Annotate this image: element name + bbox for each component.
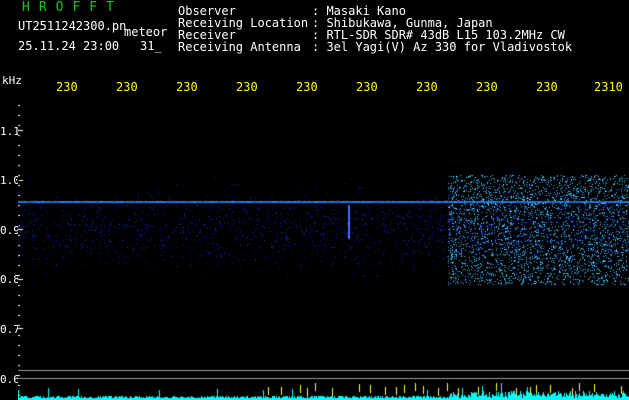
file-name: UT2511242300.pn (18, 19, 127, 33)
x-tick-label: 230 (56, 80, 78, 94)
x-tick-label: 230 (296, 80, 318, 94)
antenna-value: : 3el Yagi(V) Az 330 for Vladivostok (312, 40, 573, 54)
app-title: HROFFT (22, 0, 123, 15)
y-tick-label: 0.9 (0, 224, 20, 237)
y-tick-label: 1.1 (0, 125, 20, 138)
x-tick-label: 230 (116, 80, 138, 94)
x-tick-label: 2310 (594, 80, 623, 94)
x-tick-label: 230 (356, 80, 378, 94)
y-tick-label: 0.6 (0, 373, 20, 386)
x-tick-label: 230 (416, 80, 438, 94)
mode-label: meteor (124, 25, 168, 39)
x-tick-label: 230 (236, 80, 258, 94)
x-tick-label: 230 (476, 80, 498, 94)
count-label: 31_ (140, 39, 162, 53)
y-unit-label: kHz (2, 74, 22, 87)
x-tick-label: 230 (536, 80, 558, 94)
y-tick-label: 0.7 (0, 323, 20, 336)
spectrogram-plot (18, 95, 629, 400)
x-tick-label: 230 (176, 80, 198, 94)
datetime-label: 25.11.24 23:00 (18, 39, 120, 53)
antenna-label: Receiving Antenna (178, 40, 301, 54)
y-tick-label: 0.8 (0, 273, 20, 286)
y-tick-label: 1.0 (0, 174, 20, 187)
